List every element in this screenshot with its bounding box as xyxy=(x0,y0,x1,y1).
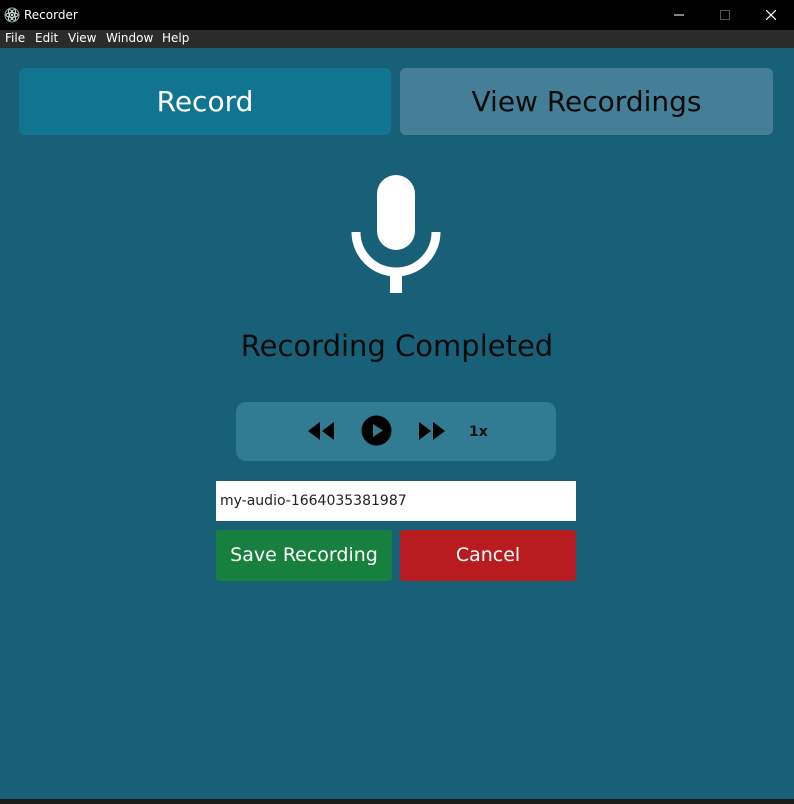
electron-icon xyxy=(4,7,20,23)
menu-help[interactable]: Help xyxy=(162,30,189,48)
rewind-icon[interactable] xyxy=(307,421,335,441)
maximize-icon xyxy=(720,10,730,20)
close-button[interactable] xyxy=(748,0,794,30)
close-icon xyxy=(766,10,776,20)
filename-input[interactable] xyxy=(216,481,576,521)
tab-view-recordings[interactable]: View Recordings xyxy=(400,68,773,135)
menu-window[interactable]: Window xyxy=(106,30,153,48)
recording-status: Recording Completed xyxy=(240,329,554,363)
menu-bar: File Edit View Window Help xyxy=(0,30,794,48)
maximize-button[interactable] xyxy=(702,0,748,30)
play-icon[interactable] xyxy=(361,415,392,446)
recorder-main: Record View Recordings Recording Complet… xyxy=(0,48,794,799)
minimize-icon xyxy=(674,14,684,16)
microphone-icon xyxy=(351,175,441,293)
window-title: Recorder xyxy=(24,8,78,22)
save-recording-button[interactable]: Save Recording xyxy=(216,530,392,581)
window-bottom-edge xyxy=(0,799,794,804)
cancel-button[interactable]: Cancel xyxy=(400,530,576,581)
title-bar: Recorder xyxy=(0,0,794,30)
menu-file[interactable]: File xyxy=(5,30,25,48)
minimize-button[interactable] xyxy=(656,0,702,30)
audio-player: 1x xyxy=(236,402,556,461)
fast-forward-icon[interactable] xyxy=(418,421,446,441)
tab-record[interactable]: Record xyxy=(19,68,391,135)
menu-edit[interactable]: Edit xyxy=(35,30,58,48)
menu-view[interactable]: View xyxy=(68,30,96,48)
playback-speed-button[interactable]: 1x xyxy=(469,422,488,442)
